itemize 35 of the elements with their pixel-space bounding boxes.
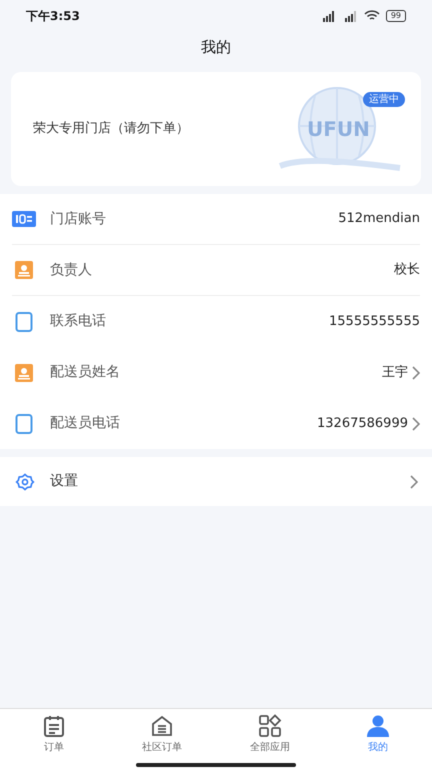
chevron-right-icon (412, 416, 420, 430)
person-badge-icon (14, 260, 34, 280)
row-label: 负责人 (50, 260, 92, 280)
status-badge: 运营中 (363, 92, 405, 107)
settings-icon (14, 472, 36, 492)
notepad-icon (42, 714, 66, 738)
wifi-icon (364, 10, 380, 22)
row-value: 512mendian (338, 210, 420, 228)
row-label: 配送员电话 (50, 414, 120, 433)
tab-item[interactable]: 全部应用 (216, 709, 324, 755)
person-badge-icon (14, 362, 34, 382)
row-label: 配送员姓名 (50, 363, 120, 382)
row-label: 门店账号 (50, 210, 106, 228)
row-value: 王宇 (382, 364, 408, 382)
settings-label: 设置 (50, 472, 78, 491)
settings-row[interactable]: 设置 (0, 457, 432, 506)
battery-indicator: 99 (386, 10, 406, 22)
store-name: 荣大专用门店（请勿下单） (33, 120, 189, 138)
tab-item[interactable]: 我的 (324, 709, 432, 755)
chevron-right-icon (412, 366, 420, 380)
phone-icon (15, 414, 33, 434)
chevron-right-icon (410, 474, 418, 488)
row-value: 13267586999 (317, 414, 408, 433)
tab-item[interactable]: 社区订单 (108, 709, 216, 755)
apps-grid-icon (258, 714, 282, 738)
status-time: 下午3:53 (26, 8, 80, 25)
tab-item[interactable]: 订单 (0, 709, 108, 755)
house-list-icon (150, 714, 174, 738)
row-label: 联系电话 (50, 312, 106, 331)
phone-icon (15, 312, 33, 332)
id-card-icon (12, 211, 36, 227)
page-title: 我的 (201, 36, 231, 58)
row-value: 校长 (394, 261, 420, 280)
row-value: 15555555555 (329, 312, 420, 331)
person-icon (366, 714, 390, 738)
